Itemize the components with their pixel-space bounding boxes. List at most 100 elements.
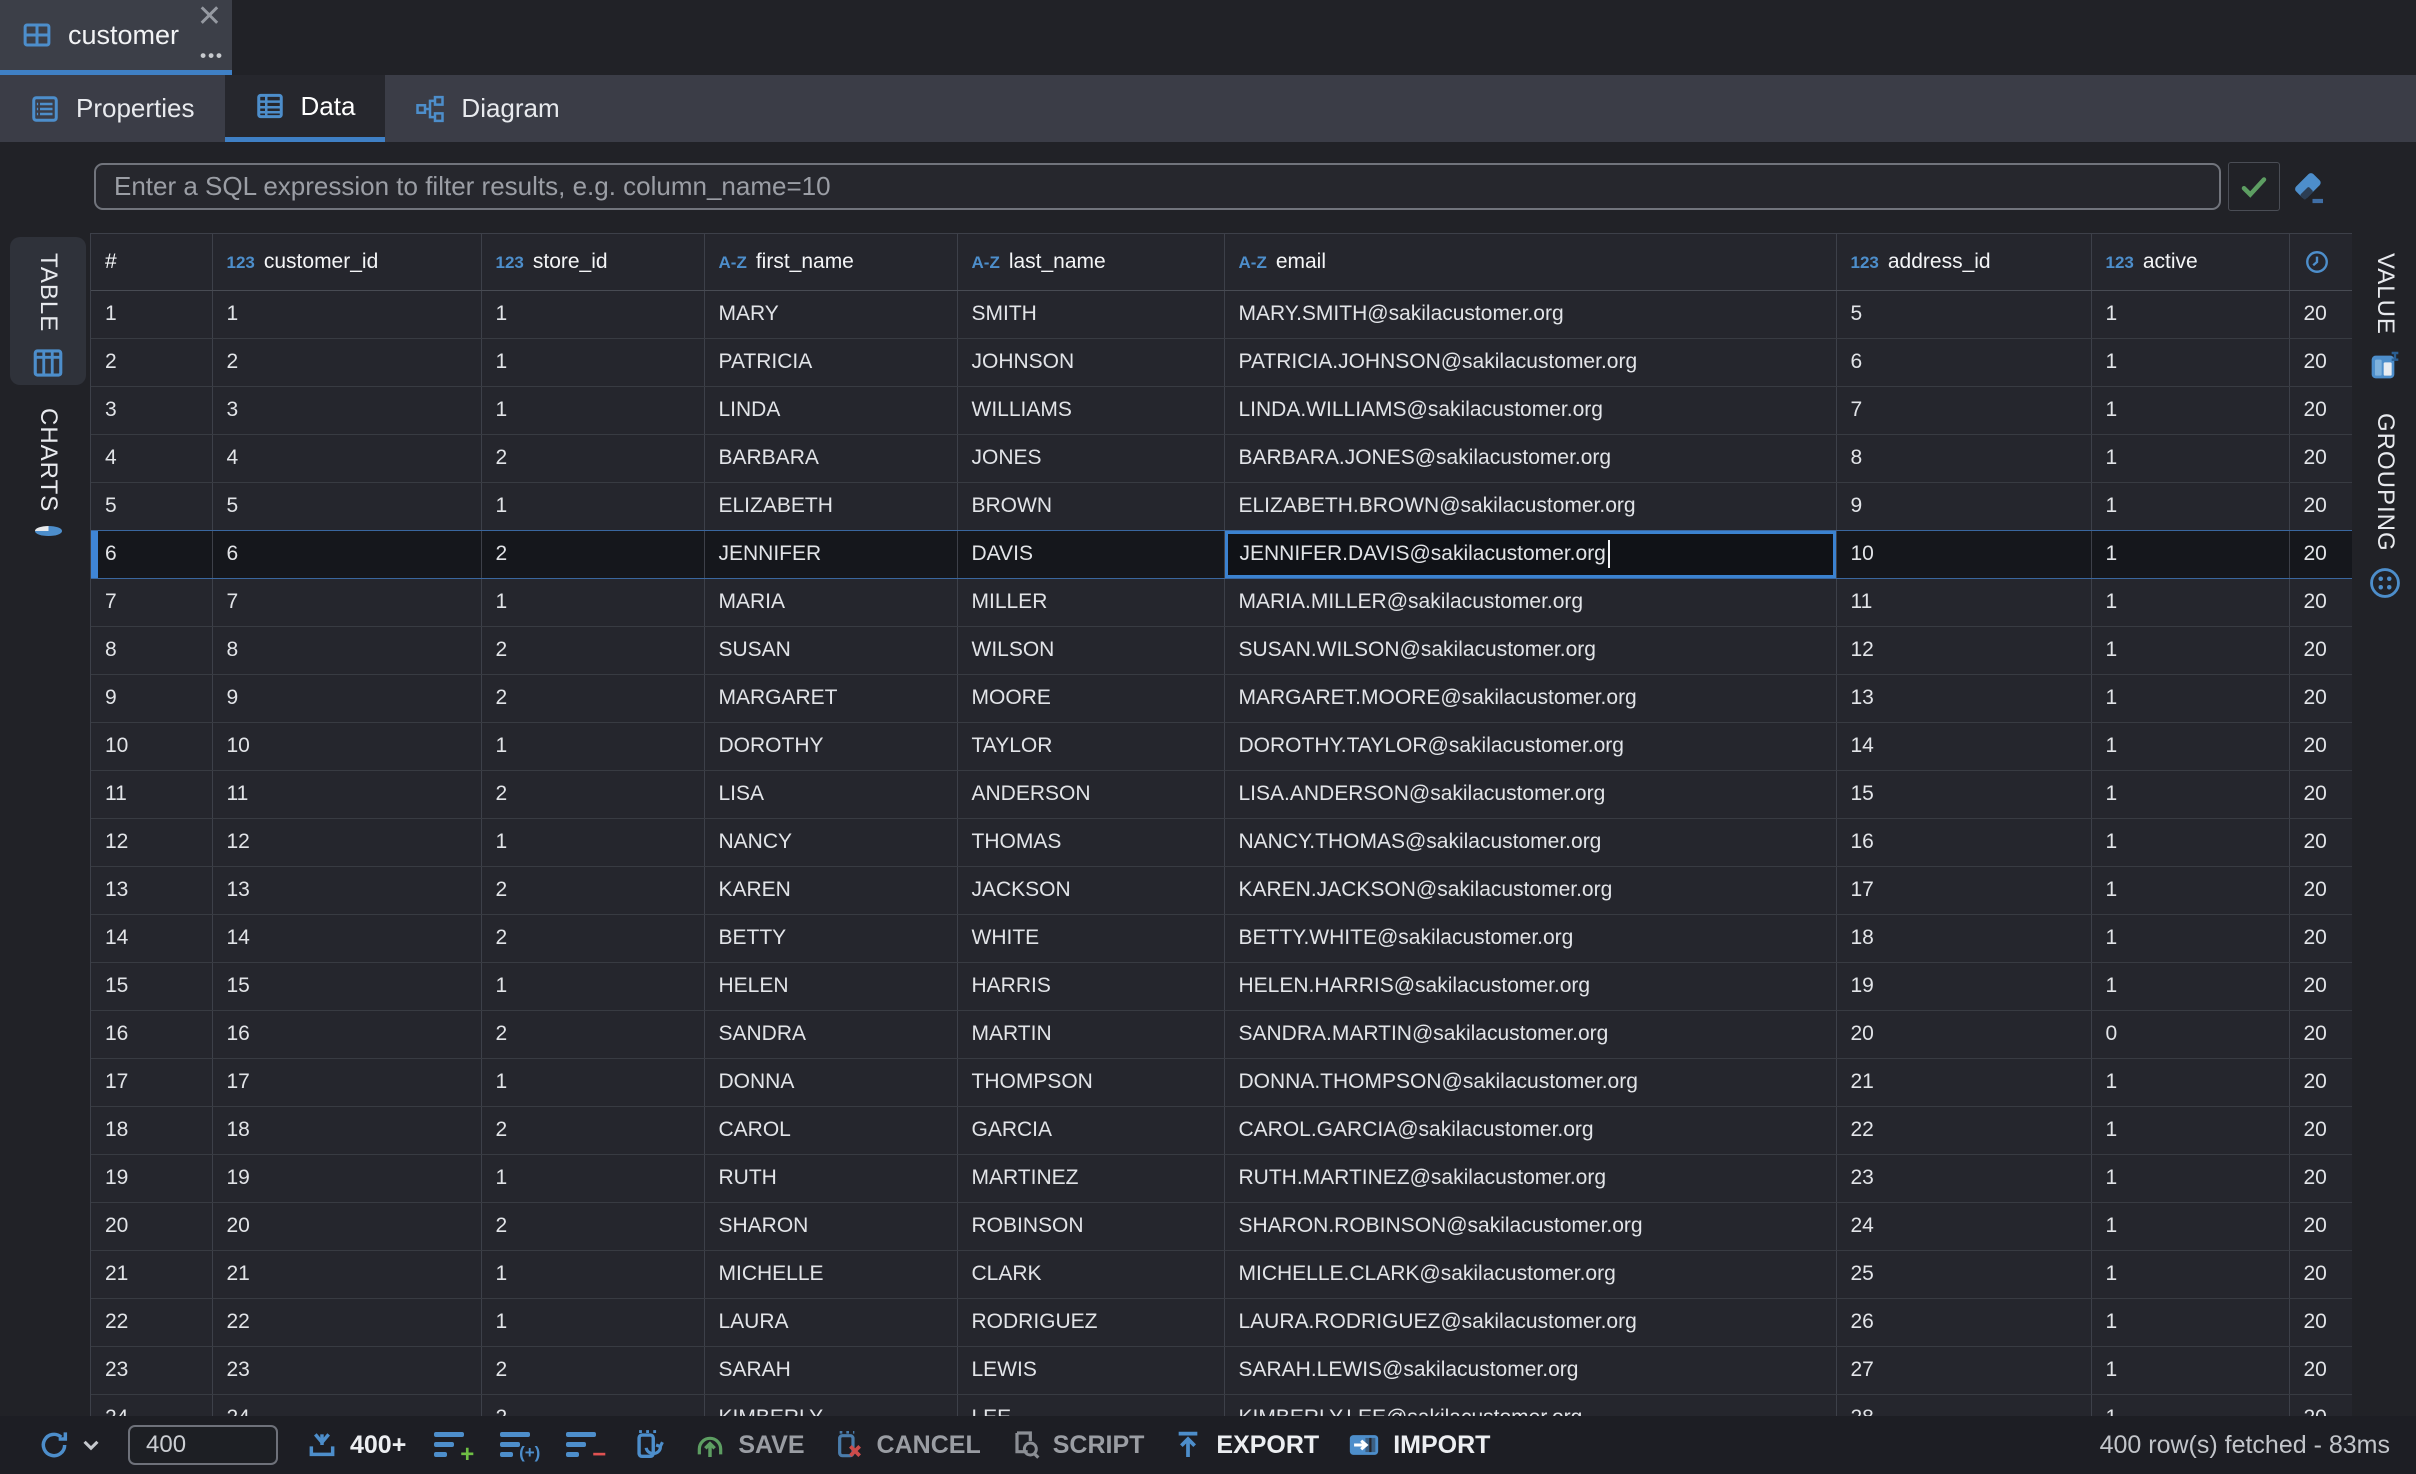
cell[interactable]: MARY.SMITH@sakilacustomer.org	[1224, 290, 1836, 338]
cell[interactable]: TAYLOR	[957, 722, 1224, 770]
cell[interactable]: 9	[212, 674, 481, 722]
cell[interactable]: 20	[2289, 434, 2352, 482]
cell[interactable]: 16	[1836, 818, 2091, 866]
cell[interactable]: 10	[1836, 530, 2091, 578]
cell[interactable]: 20	[2289, 1154, 2352, 1202]
cell[interactable]: 22	[1836, 1106, 2091, 1154]
cell[interactable]: 20	[2289, 1010, 2352, 1058]
cell[interactable]: BETTY	[704, 914, 957, 962]
cell[interactable]: HARRIS	[957, 962, 1224, 1010]
cell[interactable]: 1	[2091, 1394, 2289, 1416]
cell[interactable]: 1	[2091, 674, 2289, 722]
cell[interactable]: DOROTHY	[704, 722, 957, 770]
cell[interactable]: 1	[2091, 290, 2289, 338]
cell[interactable]: CAROL	[704, 1106, 957, 1154]
cell[interactable]: 22	[91, 1298, 212, 1346]
cell[interactable]: 24	[1836, 1202, 2091, 1250]
cell[interactable]: 18	[1836, 914, 2091, 962]
cell[interactable]: 20	[2289, 1106, 2352, 1154]
cell[interactable]: LINDA	[704, 386, 957, 434]
cell[interactable]: 1	[481, 1298, 704, 1346]
cell[interactable]: CLARK	[957, 1250, 1224, 1298]
cell[interactable]: GARCIA	[957, 1106, 1224, 1154]
cell[interactable]: DONNA	[704, 1058, 957, 1106]
cell[interactable]: 1	[2091, 962, 2289, 1010]
cell[interactable]: 11	[1836, 578, 2091, 626]
cell[interactable]: 24	[91, 1394, 212, 1416]
cell[interactable]: DONNA.THOMPSON@sakilacustomer.org	[1224, 1058, 1836, 1106]
script-button[interactable]: SCRIPT	[1009, 1429, 1145, 1461]
cell[interactable]: WILSON	[957, 626, 1224, 674]
cell[interactable]: MARGARET.MOORE@sakilacustomer.org	[1224, 674, 1836, 722]
cell[interactable]: 12	[212, 818, 481, 866]
cell[interactable]: 1	[2091, 770, 2289, 818]
cell[interactable]: 20	[2289, 1202, 2352, 1250]
cell[interactable]: 20	[2289, 1346, 2352, 1394]
column-header-last_name[interactable]: A-Zlast_name	[957, 234, 1224, 290]
cell[interactable]: 2	[481, 1202, 704, 1250]
cell[interactable]: PATRICIA.JOHNSON@sakilacustomer.org	[1224, 338, 1836, 386]
cell[interactable]: BARBARA	[704, 434, 957, 482]
delete-row-button[interactable]: −	[566, 1427, 604, 1463]
cell[interactable]: 20	[2289, 290, 2352, 338]
cell[interactable]: THOMAS	[957, 818, 1224, 866]
cell[interactable]: SARAH	[704, 1346, 957, 1394]
cell[interactable]: 1	[481, 290, 704, 338]
column-header-store_id[interactable]: 123store_id	[481, 234, 704, 290]
cell[interactable]: BETTY.WHITE@sakilacustomer.org	[1224, 914, 1836, 962]
cell[interactable]: MICHELLE	[704, 1250, 957, 1298]
cell[interactable]: 21	[212, 1250, 481, 1298]
cell[interactable]: 1	[481, 338, 704, 386]
cell[interactable]: 1	[2091, 578, 2289, 626]
cell[interactable]: 6	[1836, 338, 2091, 386]
tab-properties[interactable]: Properties	[0, 75, 225, 142]
cell[interactable]: 20	[2289, 482, 2352, 530]
cell[interactable]: KAREN	[704, 866, 957, 914]
cell[interactable]: 1	[2091, 626, 2289, 674]
fetch-next-page-button[interactable]: 400+	[306, 1429, 406, 1461]
cell[interactable]: 20	[2289, 1394, 2352, 1416]
cell[interactable]: 6	[212, 530, 481, 578]
cell[interactable]: 20	[212, 1202, 481, 1250]
cell[interactable]: HELEN.HARRIS@sakilacustomer.org	[1224, 962, 1836, 1010]
cell[interactable]: 12	[91, 818, 212, 866]
cell[interactable]: 14	[91, 914, 212, 962]
cell[interactable]: 26	[1836, 1298, 2091, 1346]
cell[interactable]: 20	[2289, 914, 2352, 962]
sql-filter-input[interactable]	[94, 163, 2221, 210]
cell[interactable]: ANDERSON	[957, 770, 1224, 818]
cell[interactable]: 23	[212, 1346, 481, 1394]
cell[interactable]: LEE	[957, 1394, 1224, 1416]
cell[interactable]: 20	[2289, 722, 2352, 770]
cell[interactable]: 6	[91, 530, 212, 578]
cell[interactable]: 1	[2091, 1154, 2289, 1202]
cell[interactable]: ELIZABETH.BROWN@sakilacustomer.org	[1224, 482, 1836, 530]
column-header-email[interactable]: A-Zemail	[1224, 234, 1836, 290]
cell[interactable]: 1	[2091, 722, 2289, 770]
clear-filter-button[interactable]	[2288, 166, 2330, 208]
cell[interactable]: BARBARA.JONES@sakilacustomer.org	[1224, 434, 1836, 482]
cell[interactable]: MARTINEZ	[957, 1154, 1224, 1202]
save-button[interactable]: SAVE	[694, 1429, 804, 1461]
cell[interactable]: 21	[91, 1250, 212, 1298]
close-icon[interactable]: ✕	[197, 2, 222, 32]
cell[interactable]: WILLIAMS	[957, 386, 1224, 434]
cell[interactable]: 1	[481, 818, 704, 866]
cell[interactable]: 10	[91, 722, 212, 770]
cell[interactable]: LAURA	[704, 1298, 957, 1346]
cell[interactable]: KAREN.JACKSON@sakilacustomer.org	[1224, 866, 1836, 914]
cell[interactable]: 2	[481, 434, 704, 482]
cell[interactable]: 2	[481, 1346, 704, 1394]
cell[interactable]: JENNIFER	[704, 530, 957, 578]
cell[interactable]: 10	[212, 722, 481, 770]
cell[interactable]: WHITE	[957, 914, 1224, 962]
cell[interactable]: 8	[212, 626, 481, 674]
column-header-address_id[interactable]: 123address_id	[1836, 234, 2091, 290]
cell[interactable]: 23	[91, 1346, 212, 1394]
cell[interactable]: 16	[212, 1010, 481, 1058]
refresh-button[interactable]	[38, 1429, 100, 1461]
cell[interactable]: DOROTHY.TAYLOR@sakilacustomer.org	[1224, 722, 1836, 770]
cell[interactable]: MARGARET	[704, 674, 957, 722]
cell[interactable]: KIMBERLY.LEE@sakilacustomer.org	[1224, 1394, 1836, 1416]
duplicate-row-button[interactable]: (+)	[500, 1427, 538, 1463]
